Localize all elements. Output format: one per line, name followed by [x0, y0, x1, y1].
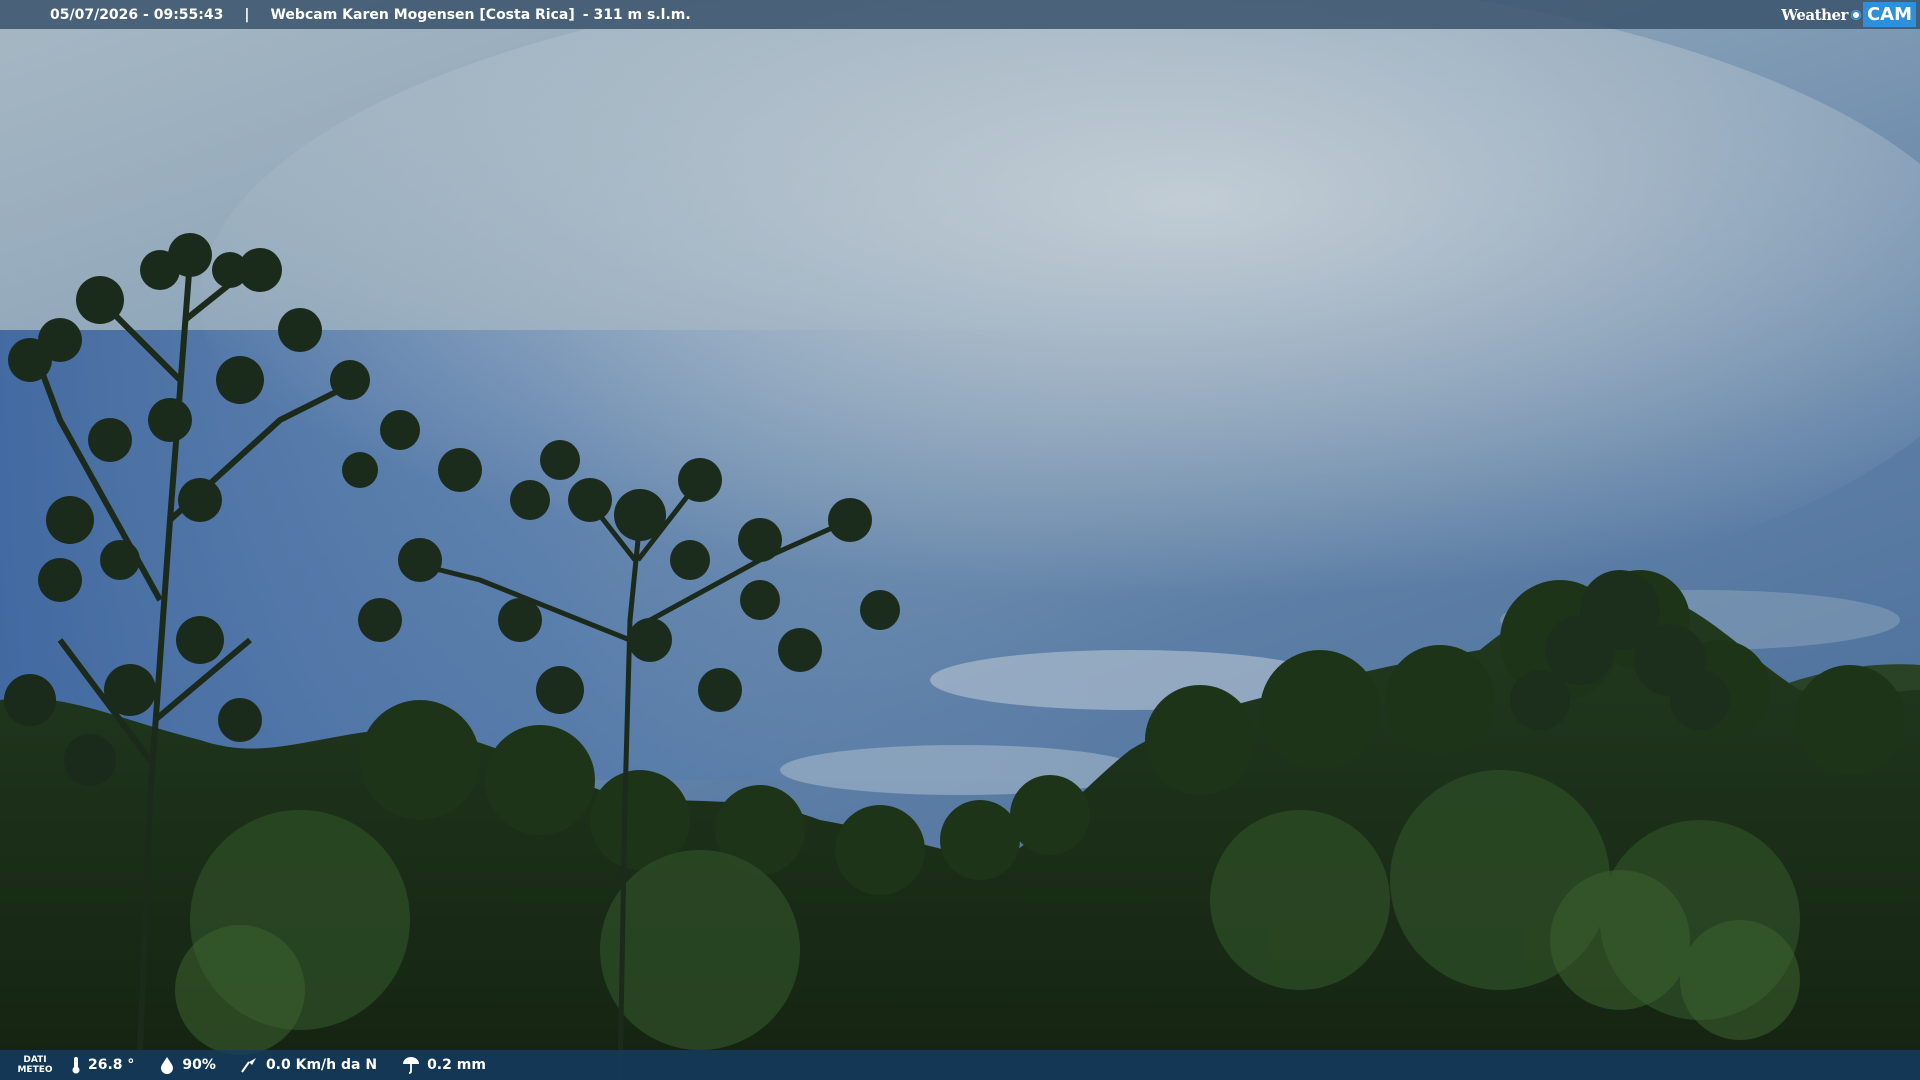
logo-weather-text: Weather [1781, 5, 1848, 24]
humidity-stat: 90% [158, 1056, 216, 1074]
weathercam-logo[interactable]: Weather CAM [1781, 0, 1920, 29]
humidity-value: 90% [182, 1057, 216, 1073]
top-info-bar: 05/07/2026 - 09:55:43 | Webcam Karen Mog… [0, 0, 1920, 29]
rain-icon [403, 1057, 420, 1074]
weather-data-bar: DATI METEO 26.8 ° 90% 0.0 Km/h da N 0.2 … [0, 1050, 1920, 1080]
temperature-stat: 26.8 ° [70, 1056, 134, 1074]
humidity-icon [161, 1057, 174, 1074]
temperature-value: 26.8 ° [88, 1057, 135, 1073]
logo-dot-icon [1850, 9, 1861, 20]
webcam-title: Webcam Karen Mogensen [Costa Rica] [270, 6, 575, 23]
dati-meteo-label: DATI METEO [0, 1055, 70, 1075]
wind-stat: 0.0 Km/h da N [240, 1056, 377, 1074]
rain-value: 0.2 mm [427, 1057, 486, 1073]
logo-cam-text: CAM [1862, 2, 1916, 27]
header-separator: | [244, 6, 250, 23]
wind-value: 0.0 Km/h da N [265, 1057, 378, 1073]
title-group: Webcam Karen Mogensen [Costa Rica] - 311… [270, 7, 690, 23]
wind-icon [241, 1058, 256, 1073]
meteo-label: METEO [17, 1065, 53, 1075]
dati-label: DATI [23, 1055, 47, 1065]
thermometer-icon [72, 1057, 80, 1074]
altitude-text: - 311 m s.l.m. [582, 6, 691, 23]
datetime: 05/07/2026 - 09:55:43 [50, 6, 224, 23]
rain-stat: 0.2 mm [401, 1056, 486, 1074]
webcam-image [0, 0, 1920, 1080]
